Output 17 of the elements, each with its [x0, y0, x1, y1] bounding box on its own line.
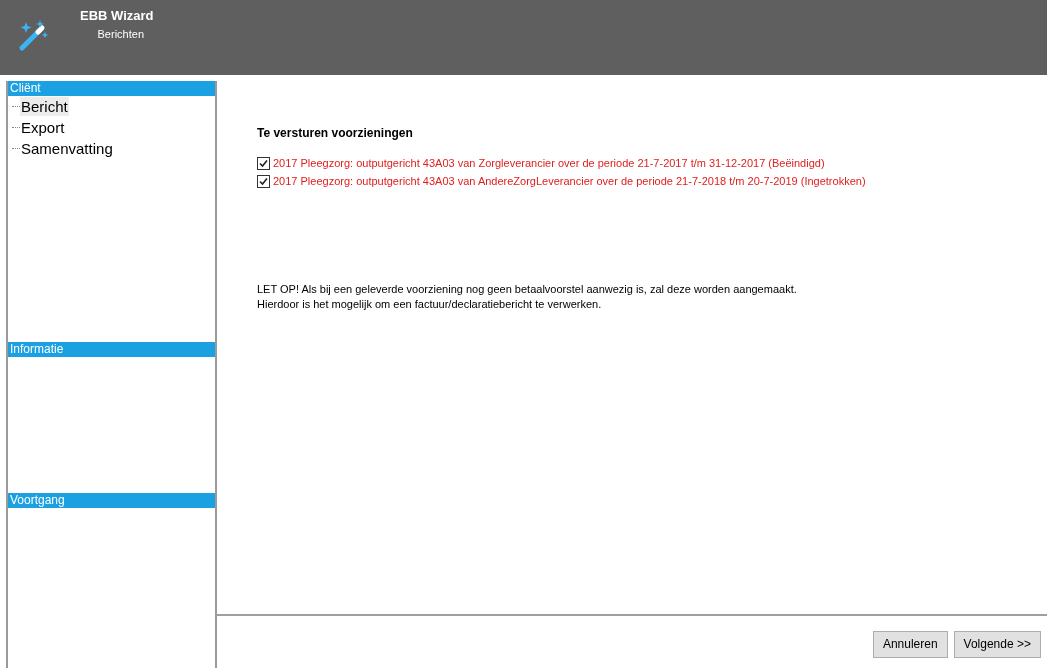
notice-text: LET OP! Als bij een geleverde voorziening nog geen betaalvoorstel aanwezig is, zal deze worden aangemaakt. — [257, 282, 798, 297]
wizard-title: EBB Wizard — [80, 7, 154, 25]
section-header: Cliënt — [8, 81, 215, 96]
tree-item[interactable]: Export — [20, 118, 66, 137]
section-heading: Te versturen voorzieningen — [257, 125, 414, 142]
service-label: 2017 Pleegzorg: outputgericht 43A03 van AndereZorgLeverancier over de periode 21-7-2018 t/m 20-7-2019 (Ingetrokken) — [273, 173, 866, 189]
section-header: Informatie — [8, 342, 215, 357]
checkbox[interactable] — [257, 174, 270, 188]
wizard-button[interactable]: Annuleren — [872, 630, 948, 658]
service-label: 2017 Pleegzorg: outputgericht 43A03 van Zorgleverancier over de periode 21-7-2017 t/m 31-12-2017 (Beëindigd) — [273, 155, 825, 171]
tree-item[interactable]: Samenvatting — [20, 139, 114, 158]
wizard-subtitle: Berichten — [96, 26, 144, 42]
wizard-button[interactable]: Volgende >> — [953, 630, 1041, 658]
tree-item[interactable]: Bericht — [20, 97, 69, 116]
notice-text: Hierdoor is het mogelijk om een factuur/declaratiebericht te verwerken. — [257, 297, 603, 312]
section-header: Voortgang — [8, 493, 215, 508]
checkbox[interactable] — [257, 156, 270, 170]
